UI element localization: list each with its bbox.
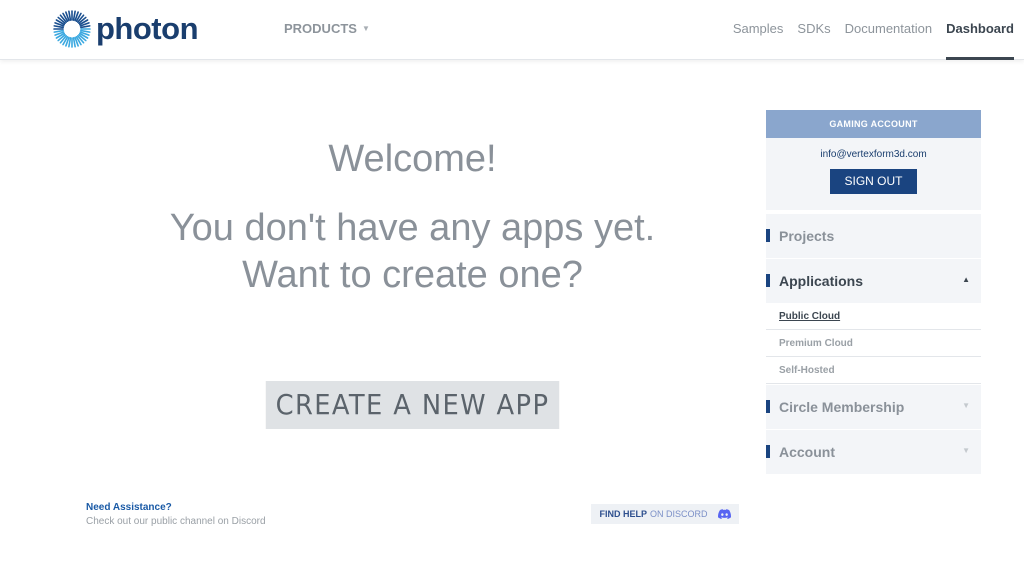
- sidebar-subitem-premium-cloud[interactable]: Premium Cloud: [766, 330, 981, 357]
- sign-out-button[interactable]: SIGN OUT: [830, 169, 917, 194]
- on-discord-label: ON DISCORD: [650, 509, 708, 519]
- top-header: photon PRODUCTS ▼ Samples SDKs Documenta…: [0, 0, 1024, 60]
- create-prompt-line: Want to create one?: [242, 254, 583, 296]
- sidebar-item-applications[interactable]: Applications ▲: [766, 259, 981, 303]
- sidebar-subitem-label: Self-Hosted: [779, 365, 835, 376]
- sidebar-item-account[interactable]: Account ▼: [766, 430, 981, 474]
- nav-samples[interactable]: Samples: [733, 0, 784, 60]
- sidebar-subitem-public-cloud[interactable]: Public Cloud: [766, 303, 981, 330]
- section-marker: [766, 274, 770, 287]
- logo-text: photon: [96, 11, 199, 46]
- photon-logo-icon: [53, 10, 91, 48]
- section-marker: [766, 400, 770, 413]
- sidebar-subitem-label: Public Cloud: [779, 311, 841, 322]
- create-new-app-button[interactable]: CREATE A NEW APP: [265, 381, 560, 429]
- sidebar-item-label: Applications: [779, 273, 864, 289]
- no-apps-message: You don't have any apps yet. Want to cre…: [130, 205, 695, 299]
- welcome-heading: Welcome!: [328, 138, 497, 180]
- discord-icon: [717, 509, 731, 519]
- sidebar-item-label: Projects: [779, 228, 835, 244]
- sidebar-subitem-label: Premium Cloud: [779, 338, 853, 349]
- account-panel: info@vertexform3d.com SIGN OUT: [766, 138, 981, 210]
- chevron-down-icon: ▼: [962, 401, 970, 410]
- account-email: info@vertexform3d.com: [820, 149, 927, 160]
- assistance-subtitle: Check out our public channel on Discord: [86, 516, 266, 527]
- nav-documentation[interactable]: Documentation: [845, 0, 932, 60]
- section-marker: [766, 445, 770, 458]
- chevron-down-icon: ▼: [361, 24, 370, 33]
- section-marker: [766, 229, 770, 242]
- photon-logo[interactable]: photon: [52, 9, 199, 49]
- nav-dashboard[interactable]: Dashboard: [946, 0, 1014, 60]
- chevron-down-icon: ▼: [962, 446, 970, 455]
- chevron-up-icon: ▲: [962, 275, 970, 284]
- sidebar-subitem-self-hosted[interactable]: Self-Hosted: [766, 357, 981, 384]
- gaming-account-header: GAMING ACCOUNT: [766, 110, 981, 138]
- top-nav: Samples SDKs Documentation Dashboard: [719, 0, 1014, 60]
- sidebar-item-projects[interactable]: Projects: [766, 214, 981, 258]
- products-menu[interactable]: PRODUCTS ▼: [284, 21, 370, 36]
- find-help-label: FIND HELP: [599, 509, 647, 519]
- assistance-title: Need Assistance?: [86, 502, 172, 513]
- find-help-discord-button[interactable]: FIND HELP ON DISCORD: [591, 504, 739, 524]
- products-label: PRODUCTS: [284, 21, 357, 36]
- sidebar-item-label: Circle Membership: [779, 399, 905, 415]
- sidebar: GAMING ACCOUNT info@vertexform3d.com SIG…: [766, 110, 981, 474]
- sidebar-item-circle-membership[interactable]: Circle Membership ▼: [766, 385, 981, 429]
- nav-sdks[interactable]: SDKs: [797, 0, 830, 60]
- sidebar-item-label: Account: [779, 444, 835, 460]
- no-apps-line: You don't have any apps yet.: [169, 207, 656, 249]
